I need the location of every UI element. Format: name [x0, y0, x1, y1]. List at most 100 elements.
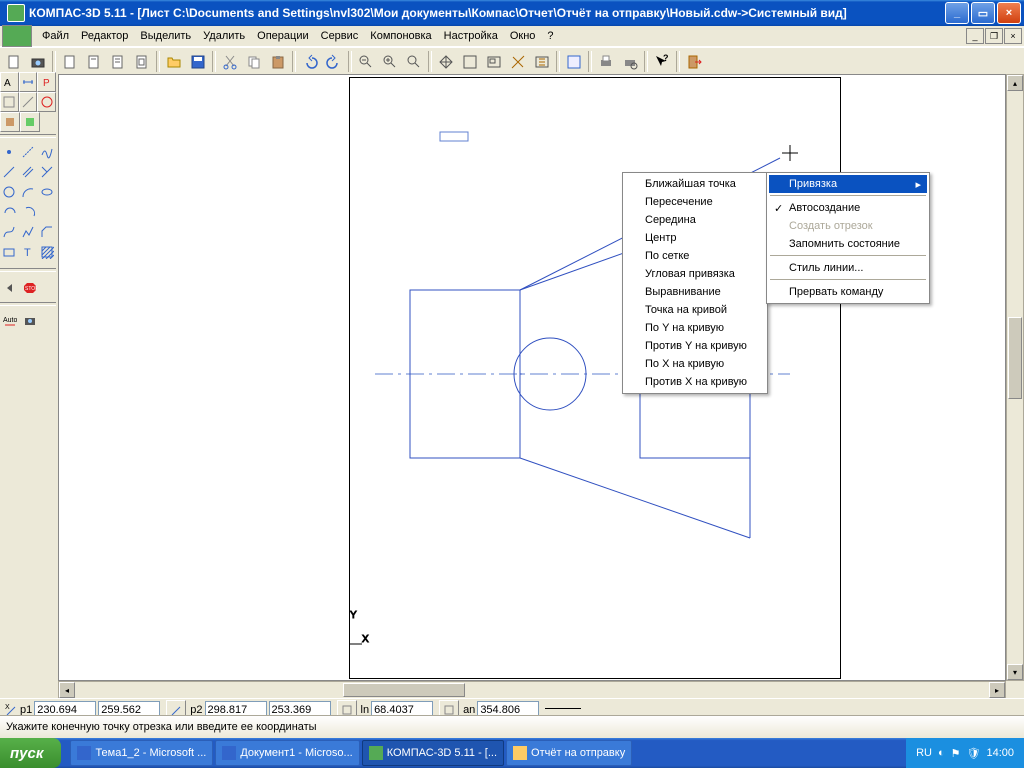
- maximize-button[interactable]: ▭: [971, 2, 995, 24]
- snap-angle[interactable]: Угловая привязка: [625, 265, 765, 283]
- chamfer-tool[interactable]: [37, 222, 56, 242]
- scroll-right-button[interactable]: ▸: [989, 682, 1005, 698]
- menu-window[interactable]: Окно: [504, 28, 542, 44]
- text-tool[interactable]: T: [19, 242, 38, 262]
- redo-button[interactable]: [322, 50, 346, 74]
- camera2-button[interactable]: [20, 310, 40, 330]
- auto-button[interactable]: Auto: [0, 310, 20, 330]
- stop-button[interactable]: STOP: [20, 278, 40, 298]
- snap-nearest[interactable]: Ближайшая точка: [625, 175, 765, 193]
- ctx-line-style[interactable]: Стиль линии...: [769, 259, 927, 277]
- menu-operations[interactable]: Операции: [251, 28, 314, 44]
- mode-edit-button[interactable]: [0, 92, 19, 112]
- minimize-button[interactable]: _: [945, 2, 969, 24]
- tree-button[interactable]: [562, 50, 586, 74]
- paste-button[interactable]: [266, 50, 290, 74]
- cut-button[interactable]: [218, 50, 242, 74]
- menu-delete[interactable]: Удалить: [197, 28, 251, 44]
- mdi-restore[interactable]: ❐: [985, 28, 1003, 44]
- whatsthis-button[interactable]: ?: [650, 50, 674, 74]
- circle-tool[interactable]: [0, 182, 19, 202]
- tray-icon1[interactable]: ◐: [938, 747, 945, 759]
- zoom-out-button[interactable]: [354, 50, 378, 74]
- preview-button[interactable]: [618, 50, 642, 74]
- tray-icon3[interactable]: 🛡: [967, 747, 981, 760]
- line-tool[interactable]: [0, 162, 19, 182]
- ctx-snap[interactable]: Привязка: [769, 175, 927, 193]
- menu-help[interactable]: ?: [541, 28, 559, 44]
- mode-measure-button[interactable]: [19, 92, 38, 112]
- copy-button[interactable]: [242, 50, 266, 74]
- snap-intersect[interactable]: Пересечение: [625, 193, 765, 211]
- menu-settings[interactable]: Настройка: [438, 28, 504, 44]
- scroll-left-button[interactable]: ◂: [59, 682, 75, 698]
- undo-button[interactable]: [298, 50, 322, 74]
- parallel-tool[interactable]: [19, 162, 38, 182]
- tray-icon2[interactable]: ⚑: [951, 747, 961, 760]
- new-doc3-button[interactable]: [106, 50, 130, 74]
- snap-center[interactable]: Центр: [625, 229, 765, 247]
- new-sheet-button[interactable]: [2, 50, 26, 74]
- arc2-tool[interactable]: [0, 202, 20, 222]
- zoom-fit-button[interactable]: [458, 50, 482, 74]
- system-tray[interactable]: RU ◐ ⚑ 🛡 14:00: [906, 738, 1024, 768]
- save-button[interactable]: [186, 50, 210, 74]
- task-folder[interactable]: Отчёт на отправку: [506, 740, 632, 766]
- mdi-minimize[interactable]: _: [966, 28, 984, 44]
- menu-editor[interactable]: Редактор: [75, 28, 134, 44]
- snap-oncurve[interactable]: Точка на кривой: [625, 301, 765, 319]
- mode-dim-button[interactable]: [19, 72, 38, 92]
- menu-file[interactable]: Файл: [36, 28, 75, 44]
- polyline-tool[interactable]: [19, 222, 38, 242]
- zoom-in-button[interactable]: [378, 50, 402, 74]
- hatch-tool[interactable]: [37, 242, 56, 262]
- ctx-remember-state[interactable]: Запомнить состояние: [769, 235, 927, 253]
- ctx-autocreate[interactable]: Автосоздание: [769, 199, 927, 217]
- point-tool[interactable]: [0, 142, 19, 162]
- menu-layout[interactable]: Компоновка: [364, 28, 437, 44]
- task-word1[interactable]: Тема1_2 - Microsoft ...: [70, 740, 213, 766]
- clock[interactable]: 14:00: [986, 747, 1014, 759]
- redraw-button[interactable]: [530, 50, 554, 74]
- snap-y-on[interactable]: По Y на кривую: [625, 319, 765, 337]
- back-button[interactable]: [0, 278, 20, 298]
- snap-x-on[interactable]: По X на кривую: [625, 355, 765, 373]
- snap-grid[interactable]: По сетке: [625, 247, 765, 265]
- drawing-canvas[interactable]: Y X: [58, 74, 1006, 681]
- task-word2[interactable]: Документ1 - Microso...: [215, 740, 359, 766]
- horizontal-scrollbar[interactable]: ◂ ▸: [58, 681, 1006, 699]
- mdi-close[interactable]: ×: [1004, 28, 1022, 44]
- refresh-button[interactable]: [506, 50, 530, 74]
- open-button[interactable]: [162, 50, 186, 74]
- new-doc2-button[interactable]: [82, 50, 106, 74]
- pan-button[interactable]: [434, 50, 458, 74]
- close-button[interactable]: ×: [997, 2, 1021, 24]
- mode-draw-button[interactable]: [37, 92, 56, 112]
- bezier-tool[interactable]: [0, 222, 19, 242]
- zoom-area-button[interactable]: [402, 50, 426, 74]
- ctx-abort[interactable]: Прервать команду: [769, 283, 927, 301]
- lang-indicator[interactable]: RU: [916, 747, 932, 759]
- rect-tool[interactable]: [0, 242, 19, 262]
- scroll-up-button[interactable]: ▴: [1007, 75, 1023, 91]
- scroll-h-thumb[interactable]: [343, 683, 465, 697]
- vertical-scrollbar[interactable]: ▴ ▾: [1006, 74, 1024, 681]
- extra1-button[interactable]: [0, 112, 20, 132]
- snap-x-against[interactable]: Против X на кривую: [625, 373, 765, 391]
- scroll-v-thumb[interactable]: [1008, 317, 1022, 399]
- task-kompas[interactable]: КОМПАС-3D 5.11 - [...: [362, 740, 504, 766]
- scroll-down-button[interactable]: ▾: [1007, 664, 1023, 680]
- zoom-prev-button[interactable]: [482, 50, 506, 74]
- exit-button[interactable]: [682, 50, 706, 74]
- new-doc1-button[interactable]: [58, 50, 82, 74]
- arc-tool[interactable]: [19, 182, 38, 202]
- start-button[interactable]: пуск: [0, 738, 61, 768]
- mode-p-button[interactable]: P: [37, 72, 56, 92]
- spline-tool[interactable]: [37, 142, 56, 162]
- ellipse-tool[interactable]: [37, 182, 56, 202]
- snap-y-against[interactable]: Против Y на кривую: [625, 337, 765, 355]
- menu-select[interactable]: Выделить: [134, 28, 197, 44]
- menu-service[interactable]: Сервис: [315, 28, 365, 44]
- print-button[interactable]: [594, 50, 618, 74]
- extra2-button[interactable]: [20, 112, 40, 132]
